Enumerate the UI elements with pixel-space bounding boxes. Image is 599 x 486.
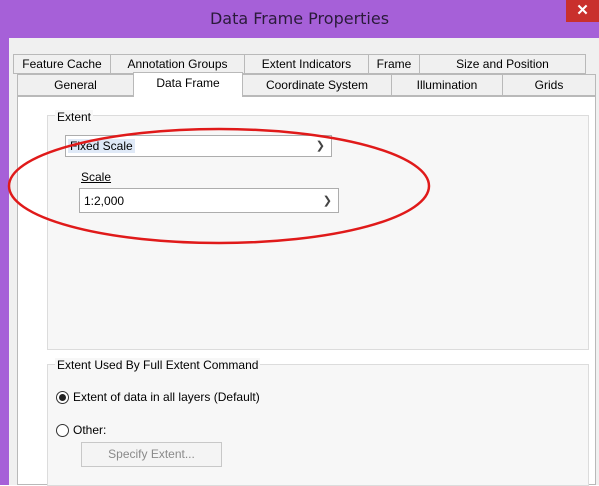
scale-label-text: Scale — [81, 170, 112, 184]
tab-illumination[interactable]: Illumination — [391, 74, 503, 96]
full-extent-group — [47, 364, 589, 486]
window-title: Data Frame Properties — [209, 9, 390, 28]
full-extent-group-label: Extent Used By Full Extent Command — [55, 358, 261, 372]
tab-grids[interactable]: Grids — [502, 74, 596, 96]
tab-size-and-position[interactable]: Size and Position — [419, 54, 586, 74]
title-bar: Data Frame Properties ✕ — [0, 0, 599, 38]
radio-selected-dot — [59, 394, 66, 401]
dialog-client: Feature Cache Annotation Groups Extent I… — [9, 38, 599, 486]
chevron-down-icon: ❯ — [322, 195, 332, 207]
tab-annotation-groups[interactable]: Annotation Groups — [110, 54, 245, 74]
tab-feature-cache[interactable]: Feature Cache — [13, 54, 111, 74]
specify-extent-button[interactable]: Specify Extent... — [81, 442, 222, 467]
scale-select[interactable]: 1:2,000 ❯ — [79, 188, 339, 213]
tab-coordinate-system[interactable]: Coordinate System — [242, 74, 392, 96]
close-button[interactable]: ✕ — [566, 0, 599, 22]
extent-default-label[interactable]: Extent of data in all layers (Default) — [73, 390, 260, 404]
tab-data-frame[interactable]: Data Frame — [133, 72, 243, 97]
data-frame-panel: Extent Fixed Scale ❯ Scale 1:2,000 ❯ Ext… — [17, 96, 596, 486]
scale-value: 1:2,000 — [84, 194, 125, 208]
extent-mode-select[interactable]: Fixed Scale ❯ — [65, 135, 332, 157]
tab-general[interactable]: General — [17, 74, 134, 96]
chevron-down-icon: ❯ — [315, 140, 325, 152]
extent-other-label[interactable]: Other: — [73, 423, 106, 437]
tab-frame[interactable]: Frame — [368, 54, 420, 74]
tab-extent-indicators[interactable]: Extent Indicators — [244, 54, 369, 74]
dialog-window: Data Frame Properties ✕ Feature Cache An… — [0, 0, 599, 486]
radio-extent-default[interactable] — [56, 391, 69, 404]
extent-group-label: Extent — [55, 110, 94, 124]
extent-mode-value: Fixed Scale — [68, 139, 135, 153]
scale-label: Scale — [81, 170, 111, 184]
radio-extent-other[interactable] — [56, 424, 69, 437]
